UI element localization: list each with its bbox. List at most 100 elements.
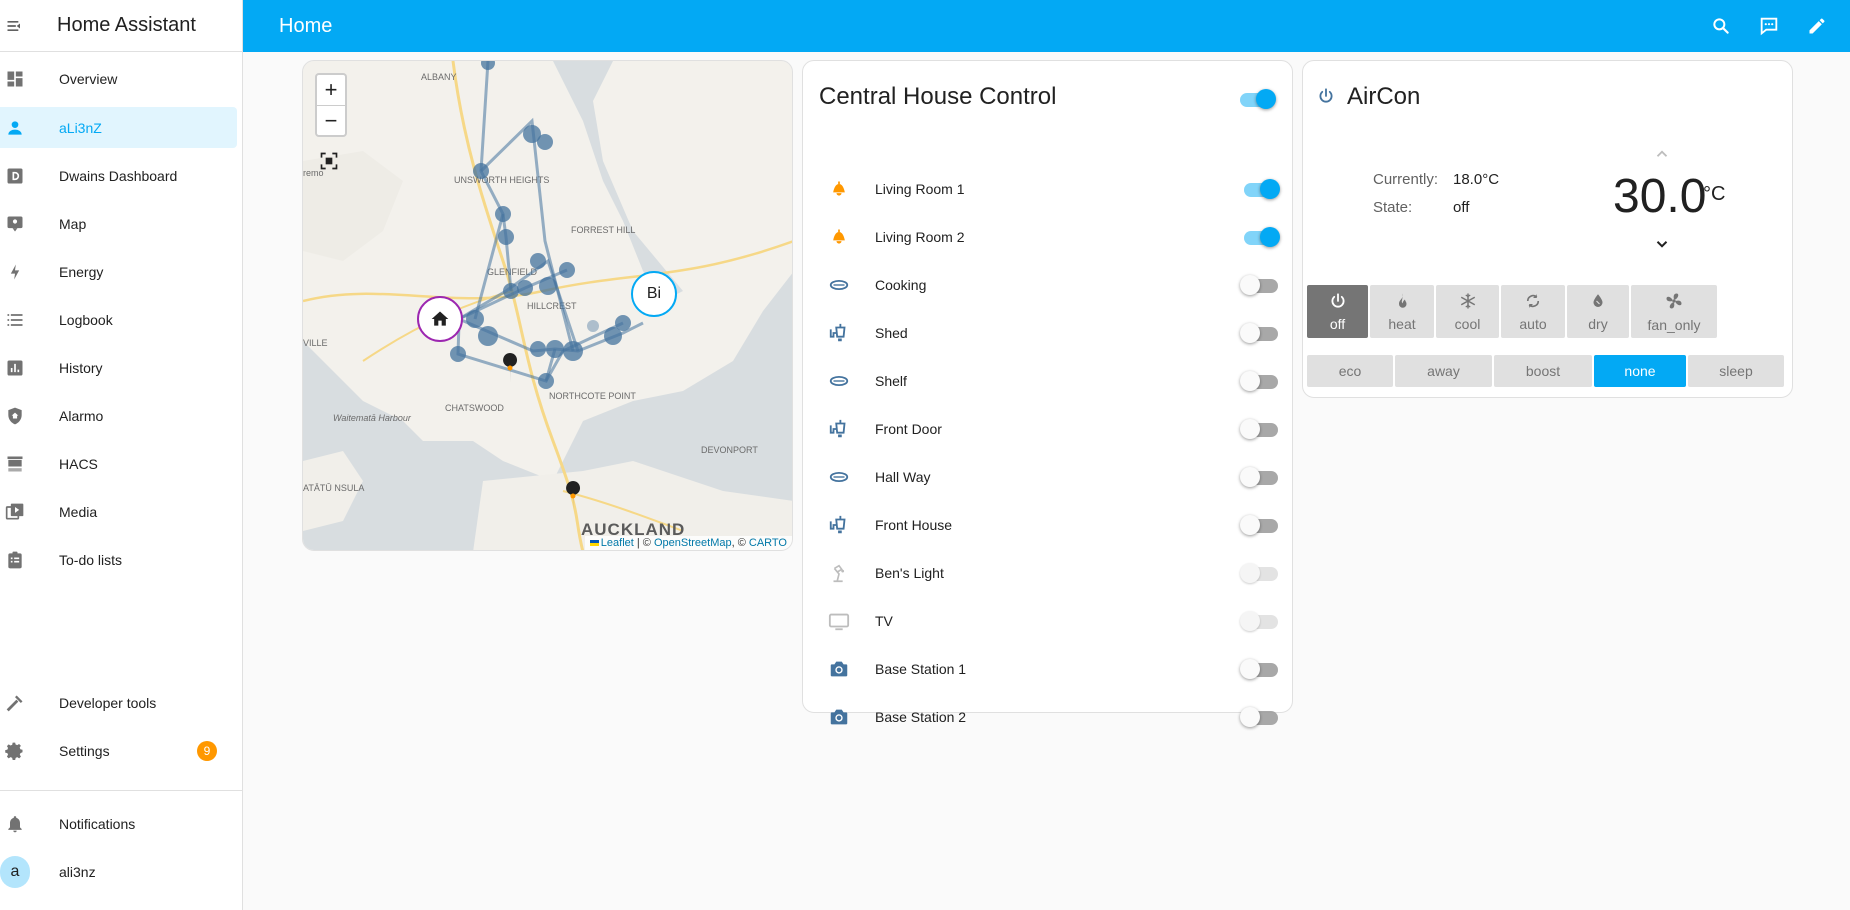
preset-boost-button[interactable]: boost <box>1494 355 1592 387</box>
entity-toggle[interactable] <box>1240 179 1280 199</box>
temp-up-button[interactable] <box>1653 145 1671 168</box>
temperature-unit: °C <box>1703 183 1726 205</box>
menu-toggle-button[interactable] <box>0 16 30 36</box>
osm-link[interactable]: OpenStreetMap <box>654 537 732 549</box>
entity-row[interactable]: Base Station 1 <box>819 649 1278 689</box>
map-label: UNSWORTH HEIGHTS <box>454 175 549 185</box>
aircon-power-button[interactable] <box>1317 87 1335 110</box>
sidebar-item-overview[interactable]: Overview <box>0 58 237 99</box>
hammer-icon <box>0 693 30 713</box>
person-marker[interactable]: Bi <box>631 271 677 317</box>
hvac-mode-label: fan_only <box>1647 316 1701 333</box>
entity-toggle[interactable] <box>1240 371 1278 391</box>
sidebar-item-label: Alarmo <box>59 407 104 424</box>
hvac-mode-label: off <box>1329 315 1346 332</box>
entity-row[interactable]: Front House <box>819 505 1278 545</box>
entity-toggle[interactable] <box>1240 611 1278 631</box>
sidebar-item-user[interactable]: a ali3nz <box>0 851 237 892</box>
desk-lamp-icon <box>819 562 859 584</box>
sidebar-item-notifications[interactable]: Notifications <box>0 803 237 844</box>
play-box-multiple-icon <box>0 502 30 522</box>
preset-away-button[interactable]: away <box>1395 355 1492 387</box>
ceiling-light-icon <box>819 370 859 392</box>
entity-toggle[interactable] <box>1240 707 1278 727</box>
preset-sleep-button[interactable]: sleep <box>1688 355 1784 387</box>
hvac-mode-auto-button[interactable]: auto <box>1501 285 1565 338</box>
hvac-mode-cool-button[interactable]: cool <box>1436 285 1499 338</box>
hacs-icon <box>0 454 30 474</box>
entity-toggle[interactable] <box>1240 275 1278 295</box>
sidebar-item-dwains-dashboard[interactable]: Dwains Dashboard <box>0 155 237 196</box>
preset-eco-button[interactable]: eco <box>1307 355 1393 387</box>
sidebar-item-settings[interactable]: Settings 9 <box>0 730 237 771</box>
map-label: HILLCREST <box>527 301 577 311</box>
map-label: FORREST HILL <box>571 225 635 235</box>
entity-toggle[interactable] <box>1240 563 1278 583</box>
entity-toggle[interactable] <box>1240 227 1280 247</box>
power-icon <box>1329 292 1347 313</box>
entity-name: Front House <box>875 517 953 533</box>
entity-row[interactable]: TV <box>819 601 1278 641</box>
camera-icon <box>819 658 859 680</box>
hvac-mode-label: auto <box>1519 315 1547 332</box>
entity-toggle[interactable] <box>1240 467 1278 487</box>
home-marker[interactable] <box>417 296 463 342</box>
entity-name: Base Station 2 <box>875 709 967 725</box>
ceiling-light-icon <box>819 466 859 488</box>
leaflet-link[interactable]: Leaflet <box>601 537 634 549</box>
entity-row[interactable]: Base Station 2 <box>819 697 1278 737</box>
entity-row[interactable]: Shelf <box>819 361 1278 401</box>
hvac-mode-label: cool <box>1454 315 1481 332</box>
search-icon <box>1713 18 1729 34</box>
entity-row[interactable]: Shed <box>819 313 1278 353</box>
entity-row[interactable]: Front Door <box>819 409 1278 449</box>
entity-name: Base Station 1 <box>875 661 967 677</box>
entity-toggle[interactable] <box>1240 515 1278 535</box>
sidebar-item-logbook[interactable]: Logbook <box>0 299 237 340</box>
hvac-mode-heat-button[interactable]: heat <box>1370 285 1434 338</box>
zoom-out-button[interactable]: − <box>317 105 345 135</box>
entity-row[interactable]: Living Room 1 <box>819 169 1280 209</box>
sidebar-item-alarmo[interactable]: Alarmo <box>0 395 237 436</box>
master-toggle[interactable] <box>1236 89 1276 109</box>
map-tiles[interactable]: ALBANY UNSWORTH HEIGHTS FORREST HILL GLE… <box>303 61 793 551</box>
leaflet-flag-icon <box>589 540 599 546</box>
hvac-mode-fan-only-button[interactable]: fan_only <box>1631 285 1717 338</box>
carto-link[interactable]: CARTO <box>749 537 787 549</box>
zoom-in-button[interactable]: + <box>317 75 345 105</box>
temp-down-button[interactable] <box>1653 235 1671 258</box>
edit-dashboard-button[interactable] <box>1803 12 1831 40</box>
entity-row[interactable]: Cooking <box>819 265 1278 305</box>
entity-toggle[interactable] <box>1240 419 1278 439</box>
entity-toggle[interactable] <box>1240 659 1278 679</box>
tv-icon <box>819 610 859 632</box>
map-label: Waitematā Harbour <box>333 413 412 423</box>
sidebar-item-todo-lists[interactable]: To-do lists <box>0 539 237 580</box>
sidebar-item-developer-tools[interactable]: Developer tools <box>0 682 237 723</box>
clipboard-list-icon <box>0 550 30 570</box>
hvac-mode-dry-button[interactable]: dry <box>1567 285 1629 338</box>
fit-map-button[interactable] <box>317 149 341 173</box>
sidebar-item-media[interactable]: Media <box>0 491 237 532</box>
sidebar-item-ali3nz[interactable]: aLi3nZ <box>0 107 237 148</box>
search-button[interactable] <box>1707 12 1735 40</box>
preset-none-button[interactable]: none <box>1594 355 1686 387</box>
sidebar-item-label: Energy <box>59 263 104 280</box>
sidebar-item-map[interactable]: Map <box>0 203 237 244</box>
avatar-wrapper: a <box>0 855 30 888</box>
outdoor-lamp-icon <box>819 418 859 440</box>
sidebar-item-hacs[interactable]: HACS <box>0 443 237 484</box>
sidebar-divider <box>0 790 243 791</box>
current-temperature: 18.0°C <box>1453 171 1500 188</box>
map-card[interactable]: ALBANY UNSWORTH HEIGHTS FORREST HILL GLE… <box>302 60 793 551</box>
entity-row[interactable]: Ben's Light <box>819 553 1278 593</box>
hvac-mode-off-button[interactable]: off <box>1307 285 1368 338</box>
entity-row[interactable]: Hall Way <box>819 457 1278 497</box>
map-attribution: Leaflet | © OpenStreetMap, © CARTO <box>584 536 792 550</box>
assist-button[interactable] <box>1755 12 1783 40</box>
entity-row[interactable]: Living Room 2 <box>819 217 1280 257</box>
sidebar-item-energy[interactable]: Energy <box>0 251 237 292</box>
sidebar-item-history[interactable]: History <box>0 347 237 388</box>
entity-toggle[interactable] <box>1240 323 1278 343</box>
account-icon <box>0 118 30 138</box>
